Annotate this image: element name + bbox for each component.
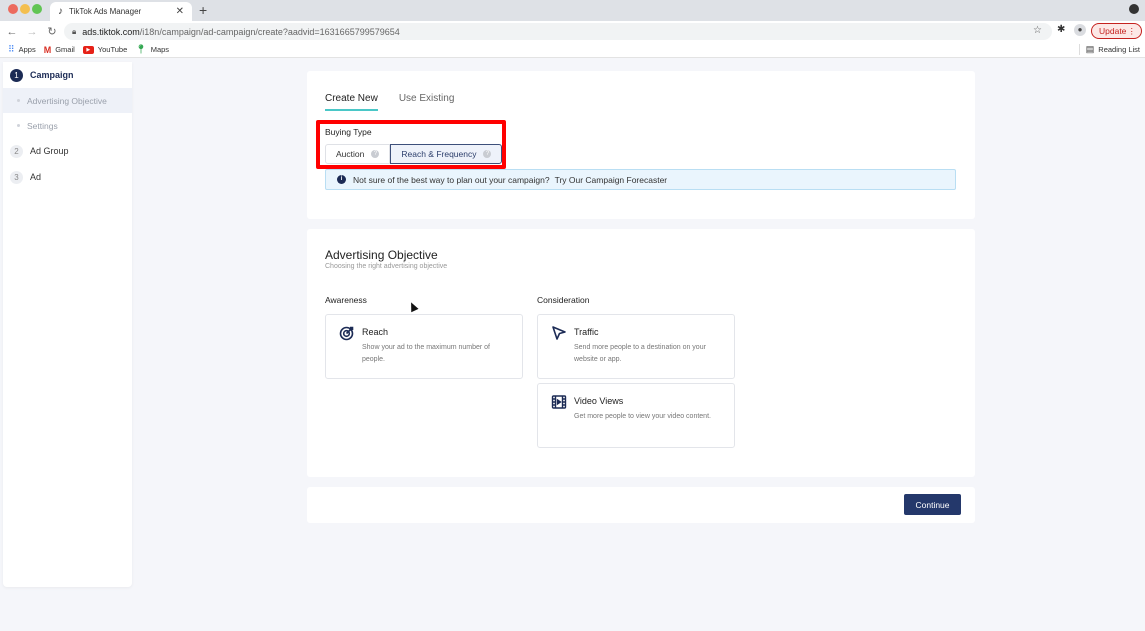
- bullet-dot: [17, 99, 20, 102]
- kebab-menu-icon: ⋮: [1127, 25, 1137, 36]
- tile-description: Get more people to view your video conte…: [574, 413, 711, 420]
- back-icon[interactable]: ←: [4, 26, 20, 38]
- campaign-source-card: Create New Use Existing Buying Type Auct…: [307, 71, 975, 219]
- bookmark-gmail[interactable]: M Gmail: [44, 45, 75, 55]
- apps-grid-icon: ⠿: [8, 44, 15, 54]
- tile-description: Send more people to a destination on you…: [574, 344, 706, 363]
- substep-label: Advertising Objective: [27, 95, 107, 106]
- reading-list-icon: ▤: [1085, 44, 1095, 54]
- objective-tile-reach[interactable]: Reach Show your ad to the maximum number…: [325, 314, 523, 379]
- substep-label: Settings: [27, 120, 58, 131]
- section-subtitle: Choosing the right advertising objective: [325, 263, 448, 270]
- gmail-icon: M: [43, 44, 52, 55]
- youtube-icon: ▶: [82, 45, 94, 54]
- tab-create-new[interactable]: Create New: [325, 93, 378, 111]
- sidebar-substep-settings[interactable]: Settings: [3, 113, 132, 138]
- sidebar-step-campaign[interactable]: 1 Campaign: [3, 62, 132, 88]
- option-label: Auction: [336, 149, 365, 159]
- info-text: Not sure of the best way to plan out you…: [353, 174, 550, 185]
- profile-avatar-icon[interactable]: ●: [1074, 24, 1086, 36]
- reading-list-button[interactable]: ▤ Reading List: [1078, 44, 1140, 55]
- update-button[interactable]: Update ⋮: [1091, 23, 1142, 39]
- cursor-arrow-icon: [551, 325, 567, 341]
- browser-tab-title: TikTok Ads Manager: [69, 7, 142, 16]
- tile-title: Traffic: [574, 327, 599, 337]
- buying-type-label: Buying Type: [325, 127, 372, 137]
- bookmark-star-icon[interactable]: ☆: [1033, 25, 1042, 36]
- buying-option-reach-frequency[interactable]: Reach & Frequency ?: [390, 144, 503, 164]
- campaign-forecaster-link[interactable]: Try Our Campaign Forecaster: [555, 175, 668, 185]
- campaign-source-tabs: Create New Use Existing: [325, 93, 475, 111]
- bookmark-label: Maps: [150, 45, 170, 54]
- step-number-badge: 2: [10, 144, 23, 158]
- step-label: Ad Group: [30, 146, 69, 156]
- bookmark-maps[interactable]: 📍︎ Maps: [135, 44, 169, 55]
- address-bar[interactable]: 🔒︎ ads.tiktok.com /i18n/campaign/ad-camp…: [64, 23, 1052, 40]
- info-icon: i: [337, 175, 346, 184]
- tile-title: Video Views: [574, 396, 624, 406]
- reading-list-label: Reading List: [1098, 45, 1140, 54]
- advertising-objective-card: Advertising Objective Choosing the right…: [307, 229, 975, 477]
- step-label: Campaign: [30, 70, 74, 80]
- window-menu-icon[interactable]: [1129, 4, 1139, 14]
- objective-tile-video-views[interactable]: Video Views Get more people to view your…: [537, 383, 735, 448]
- browser-tab[interactable]: ♪ TikTok Ads Manager ✕: [50, 2, 192, 21]
- bookmarks-bar: ⠿ Apps M Gmail ▶ YouTube 📍︎ Maps ▤ Reading Li…: [0, 42, 1145, 58]
- footer-actions-card: Continue: [307, 487, 975, 523]
- buying-option-auction[interactable]: Auction ?: [325, 144, 391, 164]
- forward-icon[interactable]: →: [24, 26, 40, 38]
- close-icon[interactable]: ✕: [176, 6, 184, 17]
- url-host: ads.tiktok.com: [82, 26, 140, 37]
- tile-description: Show your ad to the maximum number of pe…: [362, 344, 491, 363]
- help-icon[interactable]: ?: [483, 150, 492, 158]
- campaign-steps-sidebar: 1 Campaign Advertising Objective Setting…: [3, 62, 132, 587]
- bullet-dot: [17, 124, 20, 127]
- bookmark-apps[interactable]: ⠿ Apps: [8, 44, 36, 55]
- video-film-icon: [551, 394, 567, 410]
- sidebar-step-ad[interactable]: 3 Ad: [3, 164, 132, 190]
- column-label-consideration: Consideration: [537, 295, 590, 305]
- reload-icon[interactable]: ↻: [44, 25, 60, 38]
- close-window-button[interactable]: [8, 4, 18, 14]
- maps-pin-icon: 📍︎: [135, 44, 147, 54]
- bookmark-label: YouTube: [97, 45, 128, 54]
- target-icon: [339, 325, 355, 341]
- browser-toolbar: ← → ↻ 🔒︎ ads.tiktok.com /i18n/campaign/a…: [0, 21, 1145, 42]
- url-path: /i18n/campaign/ad-campaign/create?aadvid…: [139, 26, 400, 37]
- update-label: Update: [1099, 26, 1127, 36]
- step-label: Ad: [30, 172, 42, 182]
- buying-type-selector: Auction ? Reach & Frequency ?: [325, 144, 503, 164]
- sidebar-step-ad-group[interactable]: 2 Ad Group: [3, 138, 132, 164]
- sidebar-substep-advertising-objective[interactable]: Advertising Objective: [3, 88, 132, 113]
- tile-title: Reach: [362, 327, 389, 337]
- step-number-badge: 3: [10, 170, 23, 184]
- option-label: Reach & Frequency: [401, 149, 477, 159]
- maximize-window-button[interactable]: [32, 4, 42, 14]
- bookmark-youtube[interactable]: ▶ YouTube: [82, 45, 128, 54]
- tab-use-existing[interactable]: Use Existing: [399, 93, 455, 111]
- new-tab-button[interactable]: +: [199, 2, 207, 18]
- extensions-puzzle-icon[interactable]: ✱: [1057, 24, 1065, 35]
- lock-icon: 🔒︎: [72, 26, 77, 36]
- column-label-awareness: Awareness: [325, 295, 367, 305]
- minimize-window-button[interactable]: [20, 4, 30, 14]
- forecaster-info-banner: i Not sure of the best way to plan out y…: [325, 169, 956, 190]
- objective-tile-traffic[interactable]: Traffic Send more people to a destinatio…: [537, 314, 735, 379]
- bookmark-label: Apps: [18, 45, 36, 54]
- browser-tab-bar: ♪ TikTok Ads Manager ✕ +: [0, 0, 1145, 21]
- continue-button[interactable]: Continue: [904, 494, 961, 515]
- help-icon[interactable]: ?: [371, 150, 380, 158]
- tiktok-icon: ♪: [58, 6, 63, 17]
- bookmark-label: Gmail: [55, 45, 75, 54]
- step-number-badge: 1: [10, 68, 23, 82]
- section-title: Advertising Objective: [325, 248, 438, 262]
